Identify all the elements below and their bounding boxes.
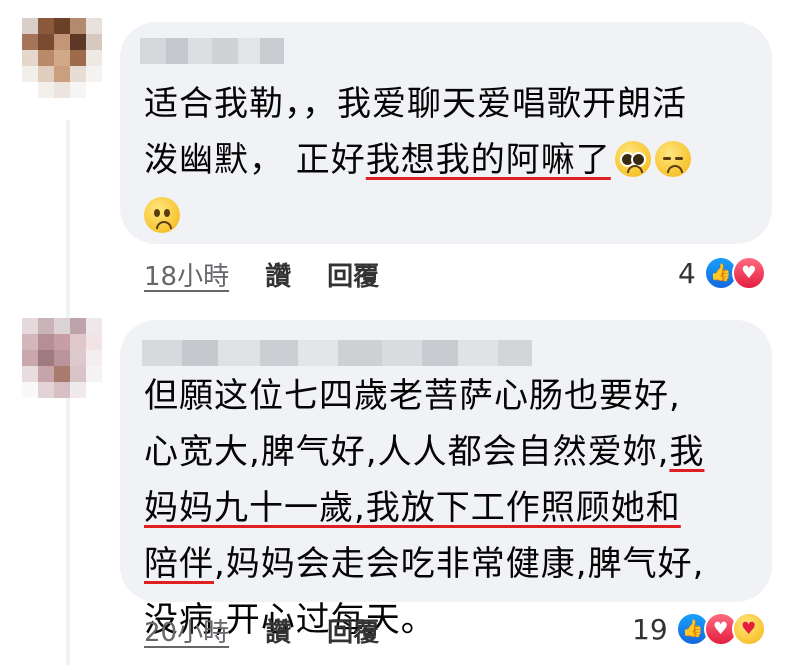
avatar[interactable]	[22, 18, 102, 98]
comment-text: 但願这位七四歲老菩萨心肠也要好, 心宽大,脾气好,人人都会自然爱妳,我 妈妈九十…	[144, 368, 704, 648]
like-button[interactable]: 讚	[265, 612, 291, 649]
comment-line: 妈妈九十一歲,我放下工作照顾她和	[144, 480, 704, 536]
pleading-face-emoji-icon	[614, 141, 651, 177]
reactions-summary[interactable]: 4 👍 ♥	[678, 256, 766, 290]
care-reaction-icon: ♥	[731, 612, 766, 646]
reaction-count: 19	[632, 612, 668, 646]
text-segment-underlined: 我	[669, 432, 705, 472]
comment-line: 适合我勒，，我爱聊天爱唱歌开朗活	[144, 76, 691, 132]
text-segment-underlined: 陪伴	[144, 544, 214, 584]
reactions-summary[interactable]: 19 👍 ♥ ♥	[632, 612, 766, 646]
text-segment: 适合我勒，，我爱聊天爱唱歌开朗活	[144, 84, 687, 124]
avatar[interactable]	[22, 318, 102, 398]
comment-line	[144, 188, 691, 244]
comment-text: 适合我勒，，我爱聊天爱唱歌开朗活 泼幽默， 正好我想我的阿嘛了	[144, 76, 691, 244]
reaction-count: 4	[678, 256, 696, 290]
slightly-frowning-face-emoji-icon	[144, 197, 180, 233]
text-segment-underlined: 妈妈九十一歲,我放下工作照顾她和	[144, 488, 681, 528]
commenter-name-blurred[interactable]	[140, 38, 284, 64]
comment-bubble: 但願这位七四歲老菩萨心肠也要好, 心宽大,脾气好,人人都会自然爱妳,我 妈妈九十…	[120, 320, 772, 640]
comment-bubble: 适合我勒，，我爱聊天爱唱歌开朗活 泼幽默， 正好我想我的阿嘛了	[120, 22, 772, 244]
comment-line: 泼幽默， 正好我想我的阿嘛了	[144, 132, 691, 188]
comment-line: 心宽大,脾气好,人人都会自然爱妳,我	[144, 424, 704, 480]
comment-line: 但願这位七四歲老菩萨心肠也要好,	[144, 368, 704, 424]
comment-line: 陪伴,妈妈会走会吃非常健康,脾气好,	[144, 536, 704, 592]
reply-button[interactable]: 回覆	[327, 256, 379, 293]
love-reaction-icon: ♥	[731, 256, 766, 290]
like-button[interactable]: 讚	[265, 256, 291, 293]
text-segment: 心宽大,脾气好,人人都会自然爱妳,	[144, 432, 670, 472]
comment-timestamp[interactable]: 18小時	[144, 256, 229, 293]
text-segment: 但願这位七四歲老菩萨心肠也要好,	[144, 376, 681, 416]
text-segment: 泼幽默， 正好	[144, 140, 366, 180]
text-segment-underlined: 我想我的阿嘛了	[365, 140, 611, 180]
reply-button[interactable]: 回覆	[327, 612, 379, 649]
text-segment: ,妈妈会走会吃非常健康,脾气好,	[214, 544, 705, 584]
comment-meta: 18小時 讚 回覆	[144, 256, 379, 293]
commenter-name-blurred[interactable]	[142, 340, 532, 366]
comment-meta: 20小時 讚 回覆	[144, 612, 379, 649]
pensive-face-emoji-icon	[654, 141, 691, 177]
comment-timestamp[interactable]: 20小時	[144, 612, 229, 649]
